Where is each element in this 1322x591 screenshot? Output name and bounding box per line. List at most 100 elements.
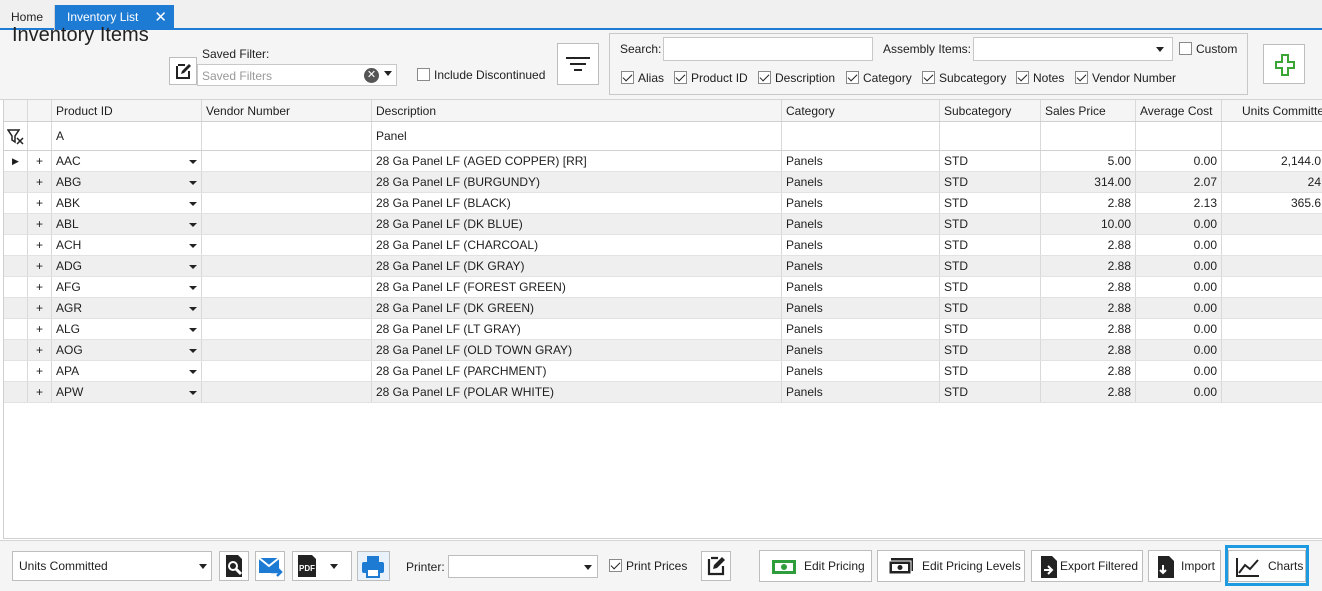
cell-subcategory[interactable]: STD — [940, 277, 1041, 297]
pdf-export-button[interactable]: PDF — [292, 551, 352, 581]
table-row[interactable]: + ABL 28 Ga Panel LF (DK BLUE) Panels STD 10.… — [4, 214, 1322, 235]
checkbox-box[interactable] — [1179, 42, 1192, 55]
checkbox-box[interactable] — [846, 71, 859, 84]
cell-product-id[interactable]: ACH — [52, 235, 202, 255]
saved-filter-select[interactable]: Saved Filters ✕ — [197, 64, 397, 86]
chevron-down-icon[interactable] — [189, 370, 197, 374]
chevron-down-icon[interactable] — [189, 286, 197, 290]
table-row[interactable]: + AFG 28 Ga Panel LF (FOREST GREEN) Panels S… — [4, 277, 1322, 298]
cell-vendor-number[interactable] — [202, 277, 372, 297]
cell-units-committed[interactable] — [1222, 319, 1322, 339]
expand-icon[interactable]: + — [28, 214, 52, 234]
checkbox-box[interactable] — [1016, 71, 1029, 84]
chevron-down-icon[interactable] — [199, 564, 207, 569]
edit-pricing-levels-button[interactable]: Edit Pricing Levels — [877, 550, 1025, 582]
cell-average-cost[interactable]: 2.07 — [1136, 172, 1222, 192]
table-row[interactable]: + APA 28 Ga Panel LF (PARCHMENT) Panels STD 2… — [4, 361, 1322, 382]
row-selector[interactable] — [4, 361, 28, 381]
cell-sales-price[interactable]: 2.88 — [1041, 193, 1136, 213]
cell-category[interactable]: Panels — [782, 193, 940, 213]
chevron-down-icon[interactable] — [584, 565, 592, 570]
search-option-vendor-number[interactable]: Vendor Number — [1075, 71, 1176, 85]
cell-sales-price[interactable]: 2.88 — [1041, 382, 1136, 402]
print-prices-checkbox[interactable]: Print Prices — [609, 559, 687, 573]
filter-cell-subcategory[interactable] — [940, 122, 1041, 150]
cell-units-committed[interactable] — [1222, 361, 1322, 381]
cell-description[interactable]: 28 Ga Panel LF (DK GREEN) — [372, 298, 782, 318]
cell-average-cost[interactable]: 0.00 — [1136, 277, 1222, 297]
cell-sales-price[interactable]: 2.88 — [1041, 256, 1136, 276]
cell-product-id[interactable]: AAC — [52, 151, 202, 171]
cell-average-cost[interactable]: 2.13 — [1136, 193, 1222, 213]
cell-sales-price[interactable]: 10.00 — [1041, 214, 1136, 234]
expand-icon[interactable]: + — [28, 235, 52, 255]
cell-average-cost[interactable]: 0.00 — [1136, 256, 1222, 276]
custom-checkbox[interactable]: Custom — [1179, 42, 1237, 56]
row-selector[interactable] — [4, 319, 28, 339]
import-button[interactable]: Import — [1148, 550, 1221, 582]
checkbox-box[interactable] — [1075, 71, 1088, 84]
table-row[interactable]: + APW 28 Ga Panel LF (POLAR WHITE) Panels ST… — [4, 382, 1322, 403]
cell-description[interactable]: 28 Ga Panel LF (DK GRAY) — [372, 256, 782, 276]
column-header-subcategory[interactable]: Subcategory — [940, 100, 1041, 121]
cell-category[interactable]: Panels — [782, 277, 940, 297]
report-type-select[interactable]: Units Committed — [12, 551, 212, 581]
cell-average-cost[interactable]: 0.00 — [1136, 361, 1222, 381]
cell-category[interactable]: Panels — [782, 361, 940, 381]
add-item-button[interactable] — [1263, 44, 1305, 84]
row-selector[interactable] — [4, 340, 28, 360]
chevron-down-icon[interactable] — [189, 328, 197, 332]
search-option-alias[interactable]: Alias — [621, 71, 664, 85]
checkbox-box[interactable] — [922, 71, 935, 84]
cell-average-cost[interactable]: 0.00 — [1136, 382, 1222, 402]
cell-product-id[interactable]: AOG — [52, 340, 202, 360]
cell-category[interactable]: Panels — [782, 319, 940, 339]
chevron-down-icon[interactable] — [189, 160, 197, 164]
assembly-items-select[interactable] — [973, 37, 1173, 61]
email-button[interactable] — [255, 551, 285, 581]
column-header-category[interactable]: Category — [782, 100, 940, 121]
chevron-down-icon[interactable] — [189, 202, 197, 206]
expand-icon[interactable]: + — [28, 151, 52, 171]
search-option-description[interactable]: Description — [758, 71, 835, 85]
search-option-product-id[interactable]: Product ID — [674, 71, 748, 85]
cell-product-id[interactable]: AGR — [52, 298, 202, 318]
cell-subcategory[interactable]: STD — [940, 256, 1041, 276]
cell-subcategory[interactable]: STD — [940, 193, 1041, 213]
search-option-category[interactable]: Category — [846, 71, 912, 85]
cell-product-id[interactable]: APA — [52, 361, 202, 381]
cell-description[interactable]: 28 Ga Panel LF (OLD TOWN GRAY) — [372, 340, 782, 360]
filter-cell-vendor-number[interactable] — [202, 122, 372, 150]
filter-cell-units-committed[interactable] — [1222, 122, 1322, 150]
expand-icon[interactable]: + — [28, 256, 52, 276]
cell-units-committed[interactable]: 2,144.0 — [1222, 151, 1322, 171]
column-header-units-committed[interactable]: Units Committe — [1222, 100, 1322, 121]
cell-product-id[interactable]: APW — [52, 382, 202, 402]
cell-units-committed[interactable] — [1222, 340, 1322, 360]
cell-units-committed[interactable] — [1222, 382, 1322, 402]
filter-cell-sales-price[interactable] — [1041, 122, 1136, 150]
cell-product-id[interactable]: ABG — [52, 172, 202, 192]
cell-description[interactable]: 28 Ga Panel LF (BURGUNDY) — [372, 172, 782, 192]
cell-category[interactable]: Panels — [782, 256, 940, 276]
cell-vendor-number[interactable] — [202, 340, 372, 360]
cell-units-committed[interactable] — [1222, 277, 1322, 297]
cell-description[interactable]: 28 Ga Panel LF (CHARCOAL) — [372, 235, 782, 255]
cell-average-cost[interactable]: 0.00 — [1136, 214, 1222, 234]
row-selector[interactable] — [4, 256, 28, 276]
expand-icon[interactable]: + — [28, 319, 52, 339]
cell-average-cost[interactable]: 0.00 — [1136, 235, 1222, 255]
cell-subcategory[interactable]: STD — [940, 382, 1041, 402]
cell-category[interactable]: Panels — [782, 298, 940, 318]
cell-description[interactable]: 28 Ga Panel LF (BLACK) — [372, 193, 782, 213]
export-filtered-button[interactable]: Export Filtered — [1031, 550, 1143, 582]
cell-vendor-number[interactable] — [202, 193, 372, 213]
row-selector[interactable] — [4, 214, 28, 234]
clear-icon[interactable]: ✕ — [364, 68, 379, 83]
edit-report-button[interactable] — [701, 551, 731, 581]
chevron-down-icon[interactable] — [1156, 47, 1164, 52]
cell-category[interactable]: Panels — [782, 340, 940, 360]
cell-vendor-number[interactable] — [202, 319, 372, 339]
cell-vendor-number[interactable] — [202, 172, 372, 192]
cell-product-id[interactable]: ADG — [52, 256, 202, 276]
